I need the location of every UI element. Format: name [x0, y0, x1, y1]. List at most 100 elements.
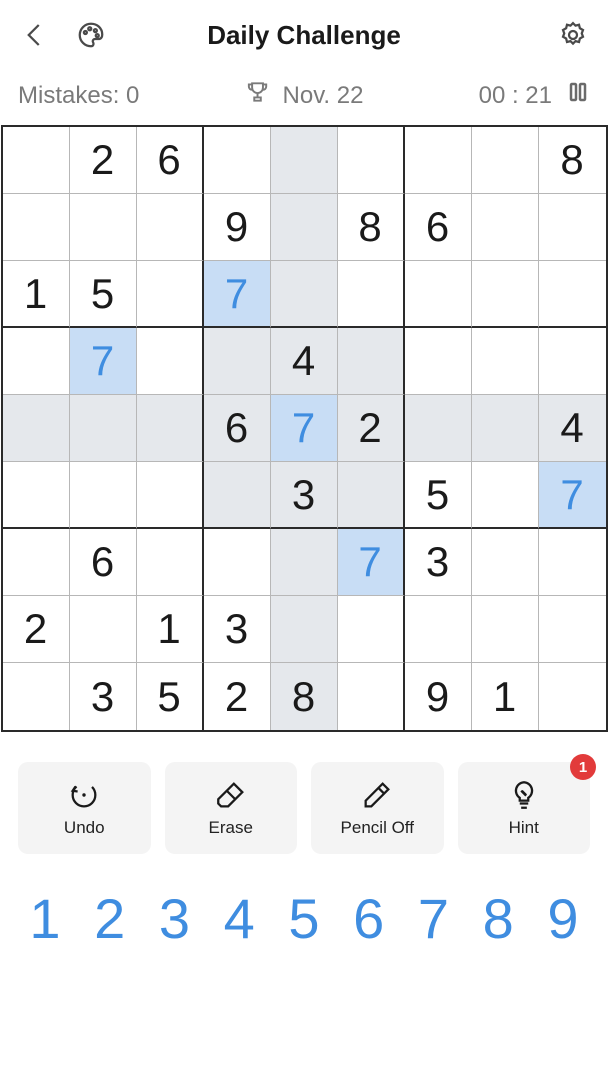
- cell-r4-c7[interactable]: [405, 328, 472, 395]
- cell-r3-c6[interactable]: [338, 261, 405, 328]
- cell-r2-c5[interactable]: [271, 194, 338, 261]
- cell-r7-c9[interactable]: [539, 529, 606, 596]
- cell-r3-c4[interactable]: 7: [204, 261, 271, 328]
- cell-r9-c1[interactable]: [3, 663, 70, 730]
- cell-r9-c7[interactable]: 9: [405, 663, 472, 730]
- erase-button[interactable]: Erase: [165, 762, 298, 854]
- cell-r1-c8[interactable]: [472, 127, 539, 194]
- cell-r7-c6[interactable]: 7: [338, 529, 405, 596]
- undo-button[interactable]: Undo: [18, 762, 151, 854]
- cell-r5-c2[interactable]: [70, 395, 137, 462]
- cell-r4-c2[interactable]: 7: [70, 328, 137, 395]
- numpad-7[interactable]: 7: [405, 886, 463, 951]
- hint-button[interactable]: Hint 1: [458, 762, 591, 854]
- numpad-3[interactable]: 3: [146, 886, 204, 951]
- cell-r8-c7[interactable]: [405, 596, 472, 663]
- cell-r1-c6[interactable]: [338, 127, 405, 194]
- cell-r8-c9[interactable]: [539, 596, 606, 663]
- cell-r9-c5[interactable]: 8: [271, 663, 338, 730]
- cell-r5-c7[interactable]: [405, 395, 472, 462]
- cell-r1-c2[interactable]: 2: [70, 127, 137, 194]
- cell-r5-c9[interactable]: 4: [539, 395, 606, 462]
- cell-r1-c5[interactable]: [271, 127, 338, 194]
- settings-button[interactable]: [556, 18, 590, 52]
- mistakes-counter: Mistakes: 0: [18, 82, 139, 110]
- cell-r3-c1[interactable]: 1: [3, 261, 70, 328]
- cell-r2-c8[interactable]: [472, 194, 539, 261]
- cell-r8-c8[interactable]: [472, 596, 539, 663]
- cell-r4-c6[interactable]: [338, 328, 405, 395]
- cell-r6-c3[interactable]: [137, 462, 204, 529]
- cell-r2-c9[interactable]: [539, 194, 606, 261]
- cell-r6-c8[interactable]: [472, 462, 539, 529]
- back-button[interactable]: [18, 18, 52, 52]
- cell-r7-c3[interactable]: [137, 529, 204, 596]
- cell-r8-c1[interactable]: 2: [3, 596, 70, 663]
- cell-r7-c2[interactable]: 6: [70, 529, 137, 596]
- cell-r8-c4[interactable]: 3: [204, 596, 271, 663]
- cell-r6-c5[interactable]: 3: [271, 462, 338, 529]
- cell-r2-c1[interactable]: [3, 194, 70, 261]
- numpad-2[interactable]: 2: [81, 886, 139, 951]
- cell-r2-c2[interactable]: [70, 194, 137, 261]
- cell-r7-c4[interactable]: [204, 529, 271, 596]
- numpad-5[interactable]: 5: [275, 886, 333, 951]
- cell-r6-c4[interactable]: [204, 462, 271, 529]
- cell-r1-c3[interactable]: 6: [137, 127, 204, 194]
- cell-r5-c8[interactable]: [472, 395, 539, 462]
- cell-r4-c3[interactable]: [137, 328, 204, 395]
- theme-button[interactable]: [74, 18, 108, 52]
- cell-r9-c9[interactable]: [539, 663, 606, 730]
- cell-r6-c6[interactable]: [338, 462, 405, 529]
- cell-r2-c6[interactable]: 8: [338, 194, 405, 261]
- cell-r5-c3[interactable]: [137, 395, 204, 462]
- pencil-button[interactable]: Pencil Off: [311, 762, 444, 854]
- cell-r4-c9[interactable]: [539, 328, 606, 395]
- cell-r2-c3[interactable]: [137, 194, 204, 261]
- cell-r1-c4[interactable]: [204, 127, 271, 194]
- cell-r5-c1[interactable]: [3, 395, 70, 462]
- cell-r5-c5[interactable]: 7: [271, 395, 338, 462]
- cell-r1-c9[interactable]: 8: [539, 127, 606, 194]
- numpad-1[interactable]: 1: [16, 886, 74, 951]
- cell-r9-c4[interactable]: 2: [204, 663, 271, 730]
- cell-r5-c4[interactable]: 6: [204, 395, 271, 462]
- cell-r6-c9[interactable]: 7: [539, 462, 606, 529]
- cell-r6-c2[interactable]: [70, 462, 137, 529]
- numpad-4[interactable]: 4: [210, 886, 268, 951]
- cell-r8-c6[interactable]: [338, 596, 405, 663]
- cell-r8-c5[interactable]: [271, 596, 338, 663]
- numpad-8[interactable]: 8: [469, 886, 527, 951]
- cell-r3-c5[interactable]: [271, 261, 338, 328]
- cell-r7-c5[interactable]: [271, 529, 338, 596]
- cell-r4-c4[interactable]: [204, 328, 271, 395]
- cell-r3-c3[interactable]: [137, 261, 204, 328]
- cell-r8-c2[interactable]: [70, 596, 137, 663]
- numpad-6[interactable]: 6: [340, 886, 398, 951]
- cell-r3-c9[interactable]: [539, 261, 606, 328]
- cell-r4-c8[interactable]: [472, 328, 539, 395]
- cell-r4-c1[interactable]: [3, 328, 70, 395]
- cell-r5-c6[interactable]: 2: [338, 395, 405, 462]
- cell-r9-c3[interactable]: 5: [137, 663, 204, 730]
- cell-r3-c7[interactable]: [405, 261, 472, 328]
- cell-r1-c7[interactable]: [405, 127, 472, 194]
- numpad-9[interactable]: 9: [534, 886, 592, 951]
- cell-r6-c7[interactable]: 5: [405, 462, 472, 529]
- cell-r3-c8[interactable]: [472, 261, 539, 328]
- cell-r2-c7[interactable]: 6: [405, 194, 472, 261]
- cell-r9-c6[interactable]: [338, 663, 405, 730]
- tool-row: Undo Erase Pencil Off Hint 1: [0, 732, 608, 864]
- cell-r2-c4[interactable]: 9: [204, 194, 271, 261]
- pause-button[interactable]: [566, 80, 590, 111]
- cell-r7-c8[interactable]: [472, 529, 539, 596]
- cell-r8-c3[interactable]: 1: [137, 596, 204, 663]
- cell-r6-c1[interactable]: [3, 462, 70, 529]
- cell-r4-c5[interactable]: 4: [271, 328, 338, 395]
- cell-r3-c2[interactable]: 5: [70, 261, 137, 328]
- cell-r7-c7[interactable]: 3: [405, 529, 472, 596]
- cell-r9-c8[interactable]: 1: [472, 663, 539, 730]
- cell-r9-c2[interactable]: 3: [70, 663, 137, 730]
- cell-r7-c1[interactable]: [3, 529, 70, 596]
- cell-r1-c1[interactable]: [3, 127, 70, 194]
